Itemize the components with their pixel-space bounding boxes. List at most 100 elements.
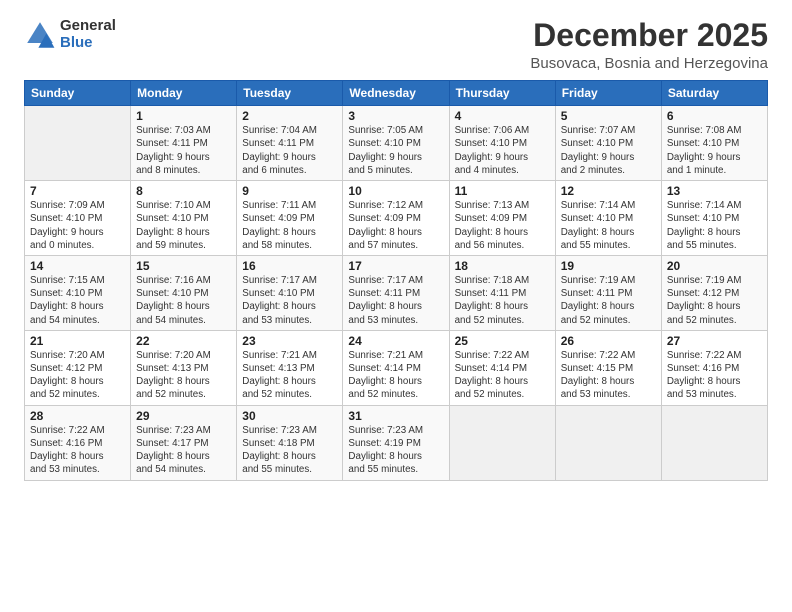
calendar-cell: 25Sunrise: 7:22 AM Sunset: 4:14 PM Dayli… xyxy=(449,330,555,405)
calendar-cell: 23Sunrise: 7:21 AM Sunset: 4:13 PM Dayli… xyxy=(237,330,343,405)
calendar-cell: 21Sunrise: 7:20 AM Sunset: 4:12 PM Dayli… xyxy=(25,330,131,405)
logo-icon xyxy=(24,19,56,51)
calendar-week-2: 7Sunrise: 7:09 AM Sunset: 4:10 PM Daylig… xyxy=(25,181,768,256)
cell-day-number: 14 xyxy=(30,259,125,273)
calendar-cell: 15Sunrise: 7:16 AM Sunset: 4:10 PM Dayli… xyxy=(131,255,237,330)
calendar-cell: 6Sunrise: 7:08 AM Sunset: 4:10 PM Daylig… xyxy=(661,106,767,181)
cell-info: Sunrise: 7:23 AM Sunset: 4:19 PM Dayligh… xyxy=(348,424,443,477)
cell-day-number: 26 xyxy=(561,334,656,348)
main-title: December 2025 xyxy=(530,18,768,53)
cell-day-number: 24 xyxy=(348,334,443,348)
cell-info: Sunrise: 7:20 AM Sunset: 4:13 PM Dayligh… xyxy=(136,349,231,402)
cell-info: Sunrise: 7:23 AM Sunset: 4:18 PM Dayligh… xyxy=(242,424,337,477)
calendar-cell: 8Sunrise: 7:10 AM Sunset: 4:10 PM Daylig… xyxy=(131,181,237,256)
calendar-cell xyxy=(661,405,767,480)
cell-day-number: 8 xyxy=(136,184,231,198)
cell-day-number: 19 xyxy=(561,259,656,273)
header-day-sunday: Sunday xyxy=(25,81,131,106)
calendar-cell: 3Sunrise: 7:05 AM Sunset: 4:10 PM Daylig… xyxy=(343,106,449,181)
calendar-cell: 9Sunrise: 7:11 AM Sunset: 4:09 PM Daylig… xyxy=(237,181,343,256)
calendar-cell: 30Sunrise: 7:23 AM Sunset: 4:18 PM Dayli… xyxy=(237,405,343,480)
cell-day-number: 7 xyxy=(30,184,125,198)
cell-day-number: 10 xyxy=(348,184,443,198)
cell-info: Sunrise: 7:21 AM Sunset: 4:14 PM Dayligh… xyxy=(348,349,443,402)
calendar-week-5: 28Sunrise: 7:22 AM Sunset: 4:16 PM Dayli… xyxy=(25,405,768,480)
cell-info: Sunrise: 7:19 AM Sunset: 4:12 PM Dayligh… xyxy=(667,274,762,327)
header-day-monday: Monday xyxy=(131,81,237,106)
cell-day-number: 3 xyxy=(348,109,443,123)
header-day-friday: Friday xyxy=(555,81,661,106)
cell-day-number: 9 xyxy=(242,184,337,198)
calendar-cell: 7Sunrise: 7:09 AM Sunset: 4:10 PM Daylig… xyxy=(25,181,131,256)
cell-day-number: 20 xyxy=(667,259,762,273)
cell-day-number: 13 xyxy=(667,184,762,198)
cell-info: Sunrise: 7:22 AM Sunset: 4:16 PM Dayligh… xyxy=(30,424,125,477)
calendar-cell: 26Sunrise: 7:22 AM Sunset: 4:15 PM Dayli… xyxy=(555,330,661,405)
cell-info: Sunrise: 7:08 AM Sunset: 4:10 PM Dayligh… xyxy=(667,124,762,177)
cell-info: Sunrise: 7:16 AM Sunset: 4:10 PM Dayligh… xyxy=(136,274,231,327)
calendar-cell: 27Sunrise: 7:22 AM Sunset: 4:16 PM Dayli… xyxy=(661,330,767,405)
calendar-cell: 17Sunrise: 7:17 AM Sunset: 4:11 PM Dayli… xyxy=(343,255,449,330)
cell-day-number: 23 xyxy=(242,334,337,348)
cell-day-number: 4 xyxy=(455,109,550,123)
logo-general: General xyxy=(60,18,116,35)
subtitle: Busovaca, Bosnia and Herzegovina xyxy=(530,55,768,72)
header-day-saturday: Saturday xyxy=(661,81,767,106)
cell-day-number: 17 xyxy=(348,259,443,273)
calendar-cell: 28Sunrise: 7:22 AM Sunset: 4:16 PM Dayli… xyxy=(25,405,131,480)
cell-info: Sunrise: 7:12 AM Sunset: 4:09 PM Dayligh… xyxy=(348,199,443,252)
cell-day-number: 18 xyxy=(455,259,550,273)
cell-info: Sunrise: 7:22 AM Sunset: 4:14 PM Dayligh… xyxy=(455,349,550,402)
header-day-tuesday: Tuesday xyxy=(237,81,343,106)
calendar-cell xyxy=(555,405,661,480)
cell-info: Sunrise: 7:13 AM Sunset: 4:09 PM Dayligh… xyxy=(455,199,550,252)
cell-day-number: 11 xyxy=(455,184,550,198)
header-day-thursday: Thursday xyxy=(449,81,555,106)
calendar-cell: 4Sunrise: 7:06 AM Sunset: 4:10 PM Daylig… xyxy=(449,106,555,181)
cell-info: Sunrise: 7:19 AM Sunset: 4:11 PM Dayligh… xyxy=(561,274,656,327)
cell-info: Sunrise: 7:10 AM Sunset: 4:10 PM Dayligh… xyxy=(136,199,231,252)
cell-day-number: 21 xyxy=(30,334,125,348)
calendar-cell: 24Sunrise: 7:21 AM Sunset: 4:14 PM Dayli… xyxy=(343,330,449,405)
calendar-cell: 10Sunrise: 7:12 AM Sunset: 4:09 PM Dayli… xyxy=(343,181,449,256)
calendar-cell xyxy=(25,106,131,181)
cell-info: Sunrise: 7:15 AM Sunset: 4:10 PM Dayligh… xyxy=(30,274,125,327)
calendar-cell: 13Sunrise: 7:14 AM Sunset: 4:10 PM Dayli… xyxy=(661,181,767,256)
cell-info: Sunrise: 7:21 AM Sunset: 4:13 PM Dayligh… xyxy=(242,349,337,402)
logo-text: General Blue xyxy=(60,18,116,51)
header: General Blue December 2025 Busovaca, Bos… xyxy=(24,18,768,72)
calendar-cell: 5Sunrise: 7:07 AM Sunset: 4:10 PM Daylig… xyxy=(555,106,661,181)
calendar-cell: 19Sunrise: 7:19 AM Sunset: 4:11 PM Dayli… xyxy=(555,255,661,330)
calendar-cell: 20Sunrise: 7:19 AM Sunset: 4:12 PM Dayli… xyxy=(661,255,767,330)
calendar-cell: 22Sunrise: 7:20 AM Sunset: 4:13 PM Dayli… xyxy=(131,330,237,405)
page: General Blue December 2025 Busovaca, Bos… xyxy=(0,0,792,612)
cell-info: Sunrise: 7:04 AM Sunset: 4:11 PM Dayligh… xyxy=(242,124,337,177)
cell-info: Sunrise: 7:14 AM Sunset: 4:10 PM Dayligh… xyxy=(561,199,656,252)
cell-info: Sunrise: 7:17 AM Sunset: 4:10 PM Dayligh… xyxy=(242,274,337,327)
cell-info: Sunrise: 7:17 AM Sunset: 4:11 PM Dayligh… xyxy=(348,274,443,327)
calendar-cell: 12Sunrise: 7:14 AM Sunset: 4:10 PM Dayli… xyxy=(555,181,661,256)
cell-info: Sunrise: 7:22 AM Sunset: 4:15 PM Dayligh… xyxy=(561,349,656,402)
calendar-cell: 14Sunrise: 7:15 AM Sunset: 4:10 PM Dayli… xyxy=(25,255,131,330)
cell-info: Sunrise: 7:11 AM Sunset: 4:09 PM Dayligh… xyxy=(242,199,337,252)
cell-info: Sunrise: 7:22 AM Sunset: 4:16 PM Dayligh… xyxy=(667,349,762,402)
calendar-header-row: SundayMondayTuesdayWednesdayThursdayFrid… xyxy=(25,81,768,106)
cell-day-number: 22 xyxy=(136,334,231,348)
cell-day-number: 15 xyxy=(136,259,231,273)
cell-info: Sunrise: 7:23 AM Sunset: 4:17 PM Dayligh… xyxy=(136,424,231,477)
logo: General Blue xyxy=(24,18,116,51)
cell-day-number: 30 xyxy=(242,409,337,423)
cell-info: Sunrise: 7:03 AM Sunset: 4:11 PM Dayligh… xyxy=(136,124,231,177)
cell-day-number: 27 xyxy=(667,334,762,348)
cell-day-number: 31 xyxy=(348,409,443,423)
cell-day-number: 16 xyxy=(242,259,337,273)
title-block: December 2025 Busovaca, Bosnia and Herze… xyxy=(530,18,768,72)
cell-day-number: 29 xyxy=(136,409,231,423)
calendar-cell: 2Sunrise: 7:04 AM Sunset: 4:11 PM Daylig… xyxy=(237,106,343,181)
cell-info: Sunrise: 7:09 AM Sunset: 4:10 PM Dayligh… xyxy=(30,199,125,252)
cell-day-number: 2 xyxy=(242,109,337,123)
calendar-cell xyxy=(449,405,555,480)
cell-day-number: 1 xyxy=(136,109,231,123)
calendar-cell: 11Sunrise: 7:13 AM Sunset: 4:09 PM Dayli… xyxy=(449,181,555,256)
calendar-week-1: 1Sunrise: 7:03 AM Sunset: 4:11 PM Daylig… xyxy=(25,106,768,181)
